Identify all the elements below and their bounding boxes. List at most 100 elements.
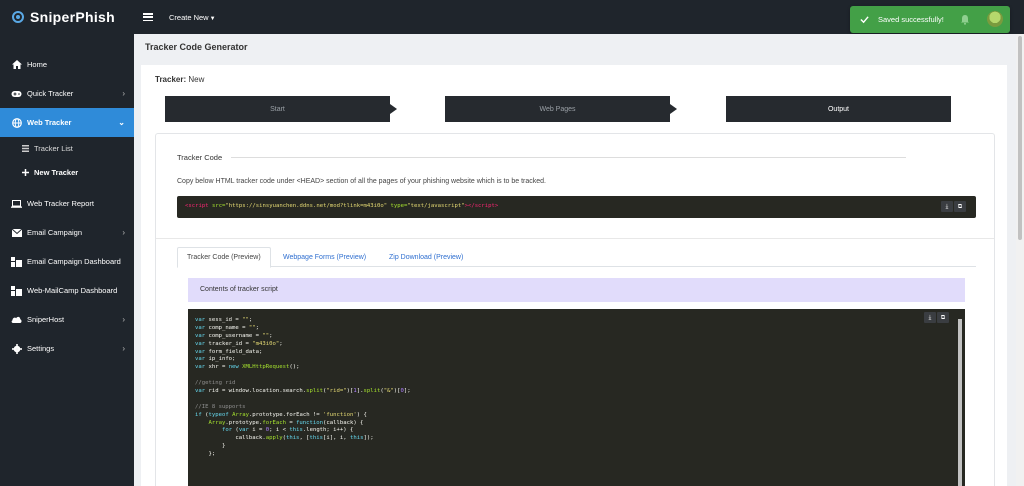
sidebar-item-web-tracker[interactable]: Web Tracker ⌄	[0, 108, 134, 137]
home-icon	[11, 60, 22, 70]
step-output[interactable]: Output	[726, 96, 951, 122]
tracker-code-description: Copy below HTML tracker code under <HEAD…	[177, 178, 546, 185]
code-line: var sess_id = "";	[195, 317, 411, 325]
code-token: .length; i++) {	[302, 427, 354, 434]
code-token: .prototype.forEach !=	[248, 411, 324, 418]
sidebar-item-label: Tracker List	[34, 143, 73, 153]
copy-button[interactable]: ⧉	[954, 201, 966, 212]
plus-icon	[22, 168, 29, 176]
scrollbar-thumb[interactable]	[958, 319, 962, 486]
gamepad-icon	[11, 89, 22, 99]
tab-zip-download-preview[interactable]: Zip Download (Preview)	[380, 247, 472, 267]
sidebar-item-sniperhost[interactable]: SniperHost ›	[0, 305, 134, 334]
code-token: xhr =	[205, 364, 229, 371]
sidebar-item-new-tracker[interactable]: New Tracker	[0, 160, 134, 184]
hamburger-menu-icon[interactable]	[143, 13, 153, 21]
code-token: var	[195, 356, 206, 363]
dashboard-icon	[11, 285, 22, 296]
code-actions: ⤓ ⧉	[924, 312, 949, 323]
sidebar-item-tracker-list[interactable]: Tracker List	[0, 136, 134, 160]
tab-tracker-code-preview[interactable]: Tracker Code (Preview)	[177, 247, 271, 268]
code-token: var	[195, 348, 206, 355]
target-icon	[12, 11, 24, 23]
code-token: ""	[242, 317, 249, 323]
sidebar-item-email-campaign-dashboard[interactable]: Email Campaign Dashboard	[0, 247, 134, 276]
sidebar-item-label: Home	[27, 60, 48, 69]
code-token: }	[195, 443, 226, 450]
step-start[interactable]: Start	[165, 96, 397, 122]
code-token: "rid="	[326, 388, 347, 395]
laptop-icon	[11, 199, 22, 209]
user-avatar[interactable]	[987, 11, 1003, 27]
download-button[interactable]: ⤓	[941, 201, 953, 212]
caret-down-icon: ▼	[209, 15, 216, 22]
code-token: type=	[390, 203, 408, 209]
code-token: apply	[265, 435, 283, 442]
code-token: var	[195, 332, 206, 339]
sidebar-item-settings[interactable]: Settings ›	[0, 334, 134, 363]
preview-tabs: Tracker Code (Preview) Webpage Forms (Pr…	[177, 247, 976, 268]
page-scrollbar[interactable]	[1016, 34, 1024, 486]
create-new-dropdown[interactable]: Create New▼	[169, 13, 216, 22]
code-token: var	[195, 317, 206, 323]
sidebar-item-web-tracker-report[interactable]: Web Tracker Report	[0, 189, 134, 218]
code-token: sess_id =	[205, 317, 243, 323]
code-token: new	[228, 364, 239, 371]
code-token: <script	[185, 203, 209, 209]
code-token: callback.	[195, 435, 266, 442]
sidebar-item-web-mailcamp-dashboard[interactable]: Web-MailCamp Dashboard	[0, 276, 134, 305]
globe-icon	[11, 117, 22, 128]
code-token: "https://sinsyuanchen.ddns.net/mod?tlink…	[225, 203, 388, 209]
sidebar: Home Quick Tracker › Web Tracker ⌄ Track…	[0, 34, 134, 486]
code-scrollbar[interactable]	[958, 319, 962, 486]
code-token: ;	[279, 340, 283, 347]
code-token: var	[195, 340, 206, 347]
app-name: SniperPhish	[30, 9, 115, 25]
step-web-pages[interactable]: Web Pages	[445, 96, 677, 122]
sidebar-item-home[interactable]: Home	[0, 50, 134, 79]
code-token: >	[494, 203, 499, 209]
brand-logo[interactable]: SniperPhish	[0, 0, 134, 34]
sidebar-item-label: Quick Tracker	[27, 89, 74, 98]
list-icon	[22, 144, 29, 152]
chevron-right-icon: ›	[122, 315, 125, 324]
code-token: .prototype.	[225, 419, 263, 426]
code-line: callback.apply(this, [this[i], i, this])…	[195, 435, 411, 443]
tracker-label: Tracker:	[155, 75, 187, 84]
copy-button[interactable]: ⧉	[937, 312, 949, 323]
envelope-icon	[11, 228, 22, 238]
success-toast[interactable]: Saved successfully!	[850, 6, 1010, 33]
code-line: var xhr = new XMLHttpRequest();	[195, 364, 411, 372]
scrollbar-thumb[interactable]	[1018, 36, 1022, 240]
code-actions: ⤓ ⧉	[941, 201, 966, 212]
code-token: this	[349, 435, 364, 442]
code-token: if	[195, 411, 202, 418]
code-token: [i], i,	[323, 435, 350, 442]
tracker-code-snippet[interactable]: <script src="https://sinsyuanchen.ddns.n…	[177, 196, 976, 218]
check-icon	[860, 16, 869, 24]
code-token: var	[195, 324, 206, 331]
code-token: (	[232, 427, 239, 434]
contents-header: Contents of tracker script	[188, 278, 965, 302]
sidebar-item-label: Web Tracker	[27, 118, 72, 127]
tracker-script-preview[interactable]: var sess_id = ""; var comp_name = ""; var …	[188, 309, 965, 486]
code-line: for (var i = 0; i < this.length; i++) {	[195, 427, 411, 435]
sidebar-item-email-campaign[interactable]: Email Campaign ›	[0, 218, 134, 247]
code-token: "&"	[383, 388, 394, 395]
code-token: "m43i0o"	[252, 340, 280, 347]
sidebar-item-label: Web-MailCamp Dashboard	[27, 286, 118, 295]
code-token: var	[195, 388, 206, 395]
bell-icon[interactable]	[960, 14, 970, 25]
code-token: )[	[393, 388, 401, 395]
create-new-label: Create New	[169, 12, 209, 22]
code-line: var ip_info;	[195, 356, 411, 364]
download-button[interactable]: ⤓	[924, 312, 936, 323]
code-line: var rid = window.location.search.split("…	[195, 388, 411, 396]
step-arrow	[670, 104, 677, 114]
tab-webpage-forms-preview[interactable]: Webpage Forms (Preview)	[274, 247, 375, 267]
main-content: Tracker Code Generator Tracker: New Star…	[134, 34, 1016, 486]
sidebar-item-quick-tracker[interactable]: Quick Tracker ›	[0, 79, 134, 108]
